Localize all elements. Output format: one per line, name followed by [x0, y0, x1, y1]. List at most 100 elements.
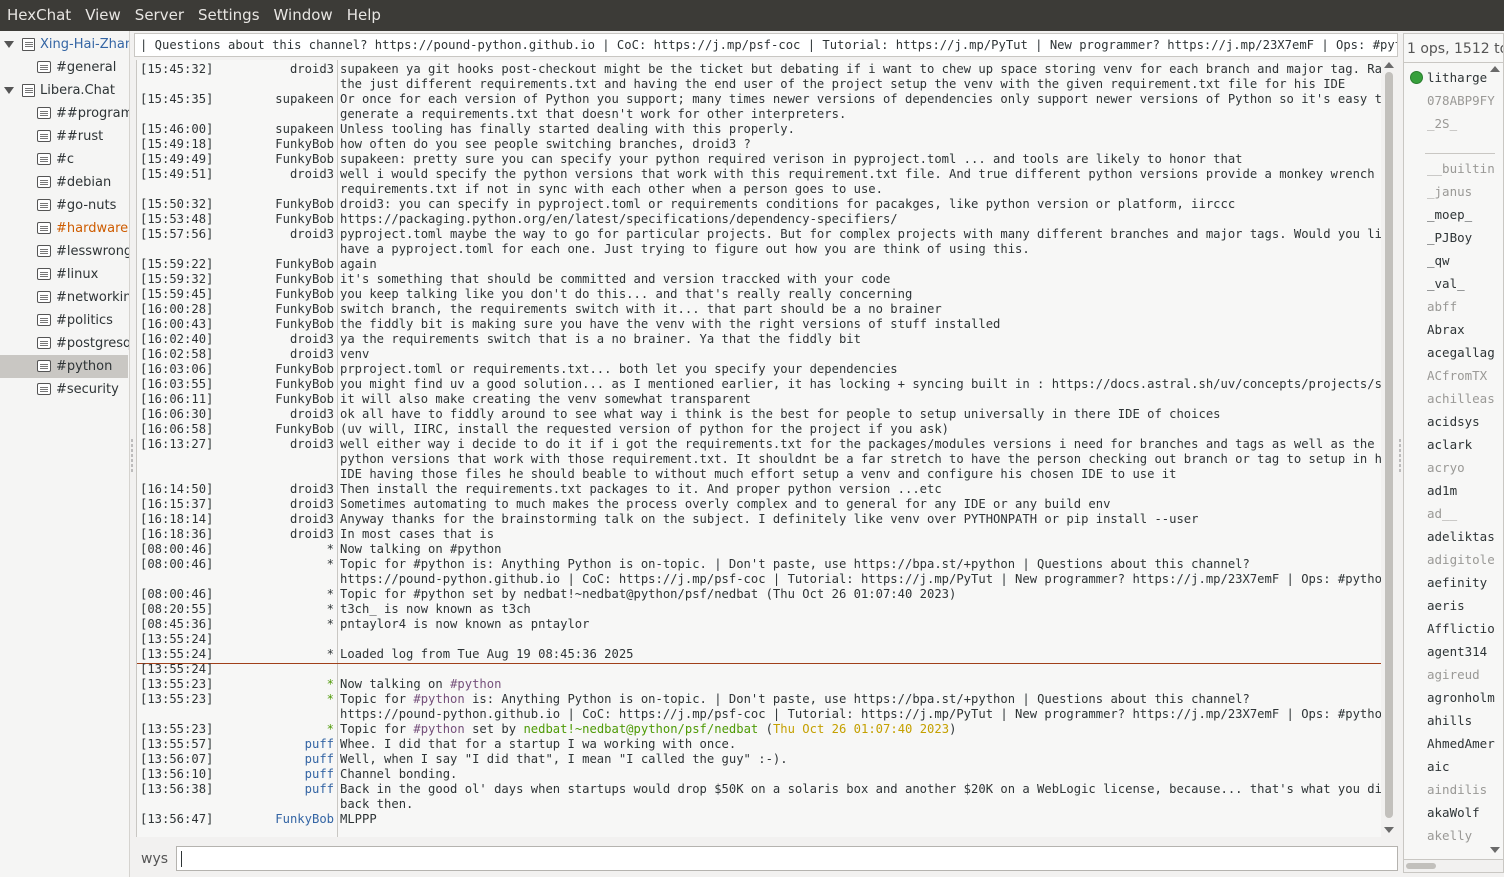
nick-button[interactable]: wys	[136, 848, 174, 870]
menu-view[interactable]: View	[78, 0, 128, 31]
tree-channel[interactable]: #hardware	[0, 217, 129, 240]
nick[interactable]: *	[327, 557, 334, 572]
nick[interactable]: droid3	[290, 437, 334, 452]
tree-channel[interactable]: #networking	[0, 286, 129, 309]
message-input[interactable]	[176, 846, 1398, 871]
nick[interactable]: puff	[305, 782, 334, 797]
userlist[interactable]: litharge 078ABP9FY _2S_ __builtin _janus _moe…	[1403, 63, 1504, 859]
tree-channel[interactable]: ##rust	[0, 125, 129, 148]
nick[interactable]: FunkyBob	[275, 392, 334, 407]
user-entry[interactable]: adeliktas	[1427, 528, 1497, 546]
user-entry[interactable]: acryo	[1427, 459, 1497, 477]
tree-network-0[interactable]: Xing-Hai-Zhan	[0, 33, 129, 56]
user-entry[interactable]: ahills	[1427, 712, 1497, 730]
user-entry[interactable]: akaWolf	[1427, 804, 1497, 822]
menu-hexchat[interactable]: HexChat	[0, 0, 78, 31]
chat-scrollbar[interactable]	[1382, 60, 1396, 837]
user-entry[interactable]: _moep_	[1427, 206, 1497, 224]
user-entry[interactable]: acidsys	[1427, 413, 1497, 431]
tree-channel[interactable]: #c	[0, 148, 129, 171]
user-entry[interactable]: Abrax	[1427, 321, 1497, 339]
user-entry[interactable]: agronholm	[1427, 689, 1497, 707]
user-entry[interactable]: ad__	[1427, 505, 1497, 523]
user-entry[interactable]: _val_	[1427, 275, 1497, 293]
userlist-scroll-up-icon[interactable]	[1490, 66, 1500, 72]
nick[interactable]: *	[327, 587, 334, 602]
nick[interactable]: supakeen	[275, 92, 334, 107]
menu-help[interactable]: Help	[340, 0, 388, 31]
user-entry[interactable]: _qw	[1427, 252, 1497, 270]
tree-channel[interactable]: #politics	[0, 309, 129, 332]
nick[interactable]: *	[327, 617, 334, 632]
right-pane-resize-handle[interactable]	[1399, 438, 1401, 472]
nick[interactable]: FunkyBob	[275, 212, 334, 227]
nick[interactable]: FunkyBob	[275, 422, 334, 437]
nick[interactable]: *	[327, 692, 334, 707]
user-entry[interactable]: agent314	[1427, 643, 1497, 661]
tree-channel[interactable]: ##programming	[0, 102, 129, 125]
user-entry[interactable]: acegallag	[1427, 344, 1497, 362]
menu-window[interactable]: Window	[267, 0, 340, 31]
user-entry[interactable]: Afflictio	[1427, 620, 1497, 638]
tree-channel[interactable]: #debian	[0, 171, 129, 194]
user-entry[interactable]: aefinity	[1427, 574, 1497, 592]
nick[interactable]: *	[327, 677, 334, 692]
nick[interactable]: FunkyBob	[275, 302, 334, 317]
nick[interactable]: droid3	[290, 347, 334, 362]
nick[interactable]: FunkyBob	[275, 812, 334, 827]
nick[interactable]: droid3	[290, 527, 334, 542]
user-entry[interactable]: _2S_	[1427, 115, 1497, 133]
user-entry[interactable]: AhmedAmer	[1427, 735, 1497, 753]
chat-view[interactable]: [15:45:32] droid3 supakeen ya git hooks po…	[136, 60, 1381, 837]
tree-channel[interactable]: #postgresql	[0, 332, 129, 355]
expander-arrow-icon[interactable]	[4, 41, 14, 48]
nick[interactable]: FunkyBob	[275, 272, 334, 287]
user-entry[interactable]: __builtin	[1427, 160, 1497, 178]
nick[interactable]: puff	[305, 767, 334, 782]
nick[interactable]: puff	[305, 737, 334, 752]
user-entry[interactable]: aclark	[1427, 436, 1497, 454]
menu-server[interactable]: Server	[128, 0, 191, 31]
nick[interactable]: droid3	[290, 407, 334, 422]
userlist-hscrollbar[interactable]	[1403, 859, 1504, 873]
left-pane-resize-handle[interactable]	[131, 438, 133, 472]
nick[interactable]: droid3	[290, 62, 334, 77]
tree-network-1[interactable]: Libera.Chat	[0, 79, 129, 102]
nick[interactable]: *	[327, 722, 334, 737]
expander-arrow-icon[interactable]	[4, 87, 14, 94]
user-entry[interactable]: _PJBoy	[1427, 229, 1497, 247]
user-entry[interactable]: ACfromTX	[1427, 367, 1497, 385]
nick[interactable]: FunkyBob	[275, 377, 334, 392]
user-entry[interactable]: aic	[1427, 758, 1497, 776]
user-entry[interactable]: achilleas	[1427, 390, 1497, 408]
nick[interactable]: FunkyBob	[275, 197, 334, 212]
nick[interactable]: FunkyBob	[275, 257, 334, 272]
user-entry[interactable]: aindilis	[1427, 781, 1497, 799]
tree-channel[interactable]: #python	[0, 355, 128, 378]
tree-channel[interactable]: #general	[0, 56, 129, 79]
nick[interactable]: *	[327, 647, 334, 662]
tree-channel[interactable]: #linux	[0, 263, 129, 286]
nick[interactable]: *	[327, 602, 334, 617]
userlist-hscroll-thumb[interactable]	[1406, 863, 1436, 869]
user-entry[interactable]: aeris	[1427, 597, 1497, 615]
nick[interactable]: *	[327, 542, 334, 557]
nick[interactable]: supakeen	[275, 122, 334, 137]
userlist-scroll-down-icon[interactable]	[1490, 847, 1500, 853]
user-entry[interactable]: akelly	[1427, 827, 1497, 845]
tree-channel[interactable]: #lesswrong	[0, 240, 129, 263]
tree-channel[interactable]: #security	[0, 378, 129, 401]
topic-bar[interactable]: | Questions about this channel? https://…	[134, 33, 1398, 57]
nick[interactable]: FunkyBob	[275, 362, 334, 377]
user-entry[interactable]: _janus	[1427, 183, 1497, 201]
nick[interactable]: FunkyBob	[275, 152, 334, 167]
user-entry[interactable]: agireud	[1427, 666, 1497, 684]
scroll-down-arrow-icon[interactable]	[1384, 827, 1394, 833]
nick[interactable]: droid3	[290, 512, 334, 527]
user-entry[interactable]: adigitole	[1427, 551, 1497, 569]
tree-channel[interactable]: #go-nuts	[0, 194, 129, 217]
nick[interactable]: droid3	[290, 482, 334, 497]
nick[interactable]: FunkyBob	[275, 317, 334, 332]
nick[interactable]: droid3	[290, 332, 334, 347]
nick[interactable]: FunkyBob	[275, 287, 334, 302]
